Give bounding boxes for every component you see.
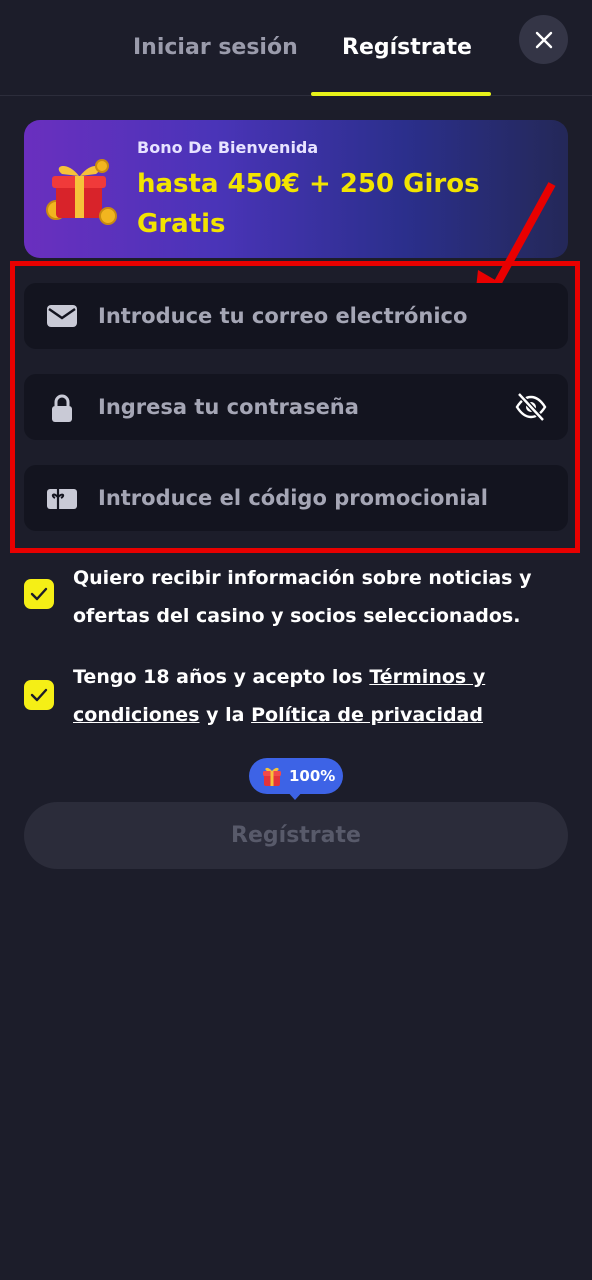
tab-register[interactable]: Regístrate bbox=[342, 30, 472, 66]
email-input[interactable] bbox=[98, 283, 518, 349]
close-icon bbox=[535, 31, 552, 48]
email-field bbox=[24, 283, 568, 349]
auth-tabs: Iniciar sesión Regístrate bbox=[0, 0, 592, 96]
progress-badge-tail bbox=[286, 790, 304, 800]
lock-icon bbox=[52, 394, 72, 422]
active-tab-indicator bbox=[311, 92, 491, 96]
eye-off-icon[interactable] bbox=[514, 390, 548, 424]
newsletter-consent: Quiero recibir información sobre noticia… bbox=[24, 559, 568, 639]
envelope-icon bbox=[47, 305, 77, 327]
tab-login[interactable]: Iniciar sesión bbox=[133, 30, 298, 66]
privacy-link[interactable]: Política de privacidad bbox=[251, 704, 483, 726]
banner-subtitle: Bono De Bienvenida bbox=[137, 138, 319, 157]
age-terms-text: Tengo 18 años y acepto los Términos y co… bbox=[73, 658, 573, 734]
age-terms-middle: y la bbox=[199, 704, 252, 726]
register-submit-button[interactable]: Regístrate bbox=[24, 802, 568, 869]
password-field bbox=[24, 374, 568, 440]
age-terms-consent: Tengo 18 años y acepto los Términos y co… bbox=[24, 658, 568, 738]
progress-badge-label: 100% bbox=[289, 767, 336, 785]
close-button[interactable] bbox=[519, 15, 568, 64]
progress-badge: 100% bbox=[249, 758, 343, 794]
newsletter-checkbox[interactable] bbox=[24, 579, 54, 609]
newsletter-consent-text: Quiero recibir información sobre noticia… bbox=[73, 567, 532, 627]
promo-code-input[interactable] bbox=[98, 465, 518, 531]
gift-icon bbox=[46, 159, 117, 225]
promo-code-field bbox=[24, 465, 568, 531]
promo-card-icon bbox=[47, 489, 77, 509]
age-terms-prefix: Tengo 18 años y acepto los bbox=[73, 666, 370, 688]
check-icon bbox=[30, 587, 48, 601]
age-terms-checkbox[interactable] bbox=[24, 680, 54, 710]
gift-icon bbox=[263, 767, 281, 786]
password-input[interactable] bbox=[98, 374, 518, 440]
check-icon bbox=[30, 688, 48, 702]
